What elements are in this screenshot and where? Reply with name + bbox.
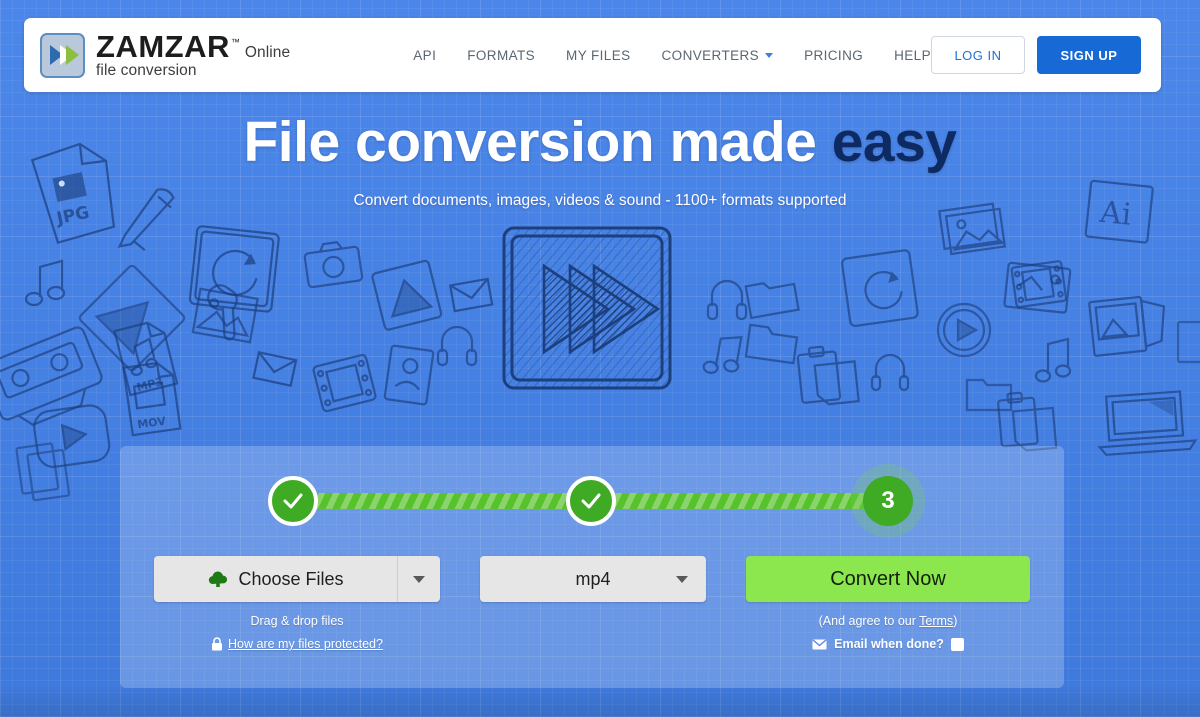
output-format-select[interactable]: mp4: [480, 556, 706, 602]
log-in-button[interactable]: LOG IN: [931, 36, 1025, 74]
film-strip-doodle-icon-2: [1010, 260, 1068, 309]
nav-item-formats[interactable]: FORMATS: [467, 48, 535, 63]
headline-emphasis: easy: [831, 110, 957, 174]
music-note-doodle-icon-3: [1034, 337, 1072, 383]
drag-drop-hint: Drag & drop files: [250, 614, 344, 628]
terms-prefix: (And agree to our: [818, 614, 920, 628]
choose-files-label: Choose Files: [238, 568, 344, 589]
polaroid-photo-doodle-icon: [1088, 295, 1166, 357]
step-3-indicator: 3: [863, 476, 913, 526]
logo-link[interactable]: ZAMZAR™ Online file conversion: [40, 31, 306, 80]
email-when-done-checkbox[interactable]: [950, 637, 964, 651]
progress-stepper: 3: [120, 446, 1064, 556]
mov-file-doodle-icon: MOV: [122, 361, 182, 437]
site-header: ZAMZAR™ Online file conversion API FORMA…: [24, 18, 1161, 92]
step-number: 3: [881, 487, 895, 514]
hero-section: File conversion made easy Convert docume…: [0, 110, 1200, 210]
convert-refresh-doodle-icon-2: [841, 249, 919, 328]
folder-doodle-icon: [744, 282, 800, 320]
svg-text:MOV: MOV: [137, 414, 168, 431]
choose-files-button[interactable]: Choose Files: [154, 556, 440, 602]
camera-doodle-icon: [303, 241, 364, 289]
nav-label: PRICING: [804, 47, 864, 63]
nav-label: MY FILES: [566, 47, 631, 63]
headphones-doodle-icon-3: [870, 353, 910, 392]
id-badge-doodle-icon: [383, 344, 435, 406]
chevron-down-icon: [765, 52, 774, 58]
film-strip-doodle-icon: [312, 353, 377, 413]
laptop-doodle-icon: [1097, 390, 1198, 456]
nav-item-my-files[interactable]: MY FILES: [566, 48, 630, 63]
document-doodle-icon: [1176, 320, 1200, 364]
conversion-widget-panel: 3 Choose Files mp4 Convert Now Drag & dr…: [120, 446, 1064, 688]
terms-link[interactable]: Terms: [919, 614, 953, 628]
logo-title: ZAMZAR: [96, 28, 230, 64]
headphones-doodle-icon: [436, 325, 478, 367]
output-format-value: mp4: [575, 568, 611, 589]
nav-item-api[interactable]: API: [413, 48, 436, 63]
choose-files-main[interactable]: Choose Files: [154, 556, 398, 602]
email-when-done-row: Email when done?: [746, 637, 1030, 651]
terms-suffix: ): [953, 614, 958, 628]
envelope-icon: [812, 638, 827, 649]
file-protection-label: How are my files protected?: [228, 637, 383, 651]
conversion-controls: Choose Files mp4 Convert Now Drag & drop…: [120, 556, 1064, 688]
check-icon: [581, 493, 601, 509]
nav-item-converters[interactable]: CONVERTERS: [662, 48, 774, 63]
main-navigation: API FORMATS MY FILES CONVERTERS PRICING …: [413, 48, 931, 63]
envelope-doodle-icon: [448, 277, 494, 313]
play-circle-doodle-icon: [936, 302, 992, 358]
wrench-doodle-icon: [207, 284, 238, 341]
page-title: File conversion made easy: [0, 110, 1200, 174]
chevron-down-icon: [676, 575, 688, 583]
file-protection-link[interactable]: How are my files protected?: [154, 637, 440, 651]
nav-label: CONVERTERS: [661, 47, 760, 63]
headline-plain: File conversion made: [243, 110, 832, 174]
stepper-bar-1: [290, 493, 595, 509]
nav-item-pricing[interactable]: PRICING: [804, 48, 863, 63]
sign-up-button[interactable]: SIGN UP: [1037, 36, 1141, 74]
document-stack-doodle-icon: [15, 442, 71, 502]
email-when-done-label: Email when done?: [834, 637, 944, 651]
double-chevron-logo-icon: [40, 32, 85, 78]
stepper-bar-2: [587, 493, 892, 509]
step-2-indicator: [566, 476, 616, 526]
nav-item-help[interactable]: HELP: [894, 48, 931, 63]
upload-cloud-icon: [209, 571, 228, 587]
hero-subtitle: Convert documents, images, videos & soun…: [353, 191, 847, 209]
fast-forward-video-doodle-icon: [502, 226, 672, 390]
choose-files-dropdown-toggle[interactable]: [398, 556, 440, 602]
nav-label: API: [413, 47, 437, 63]
check-icon: [283, 493, 303, 509]
chevron-down-icon: [413, 575, 425, 583]
step-1-indicator: [268, 476, 318, 526]
convert-now-button[interactable]: Convert Now: [746, 556, 1030, 602]
lock-icon: [212, 637, 223, 651]
clipboard-doodle-icon: [796, 345, 860, 406]
terms-agreement-note: (And agree to our Terms): [746, 614, 1030, 628]
music-note-doodle-icon: [24, 259, 66, 307]
envelope-doodle-icon-2: [252, 351, 298, 387]
nav-label: HELP: [894, 47, 931, 63]
logo-trademark: ™: [230, 37, 241, 48]
nav-label: FORMATS: [467, 47, 536, 63]
auth-buttons: LOG IN SIGN UP: [931, 36, 1141, 74]
